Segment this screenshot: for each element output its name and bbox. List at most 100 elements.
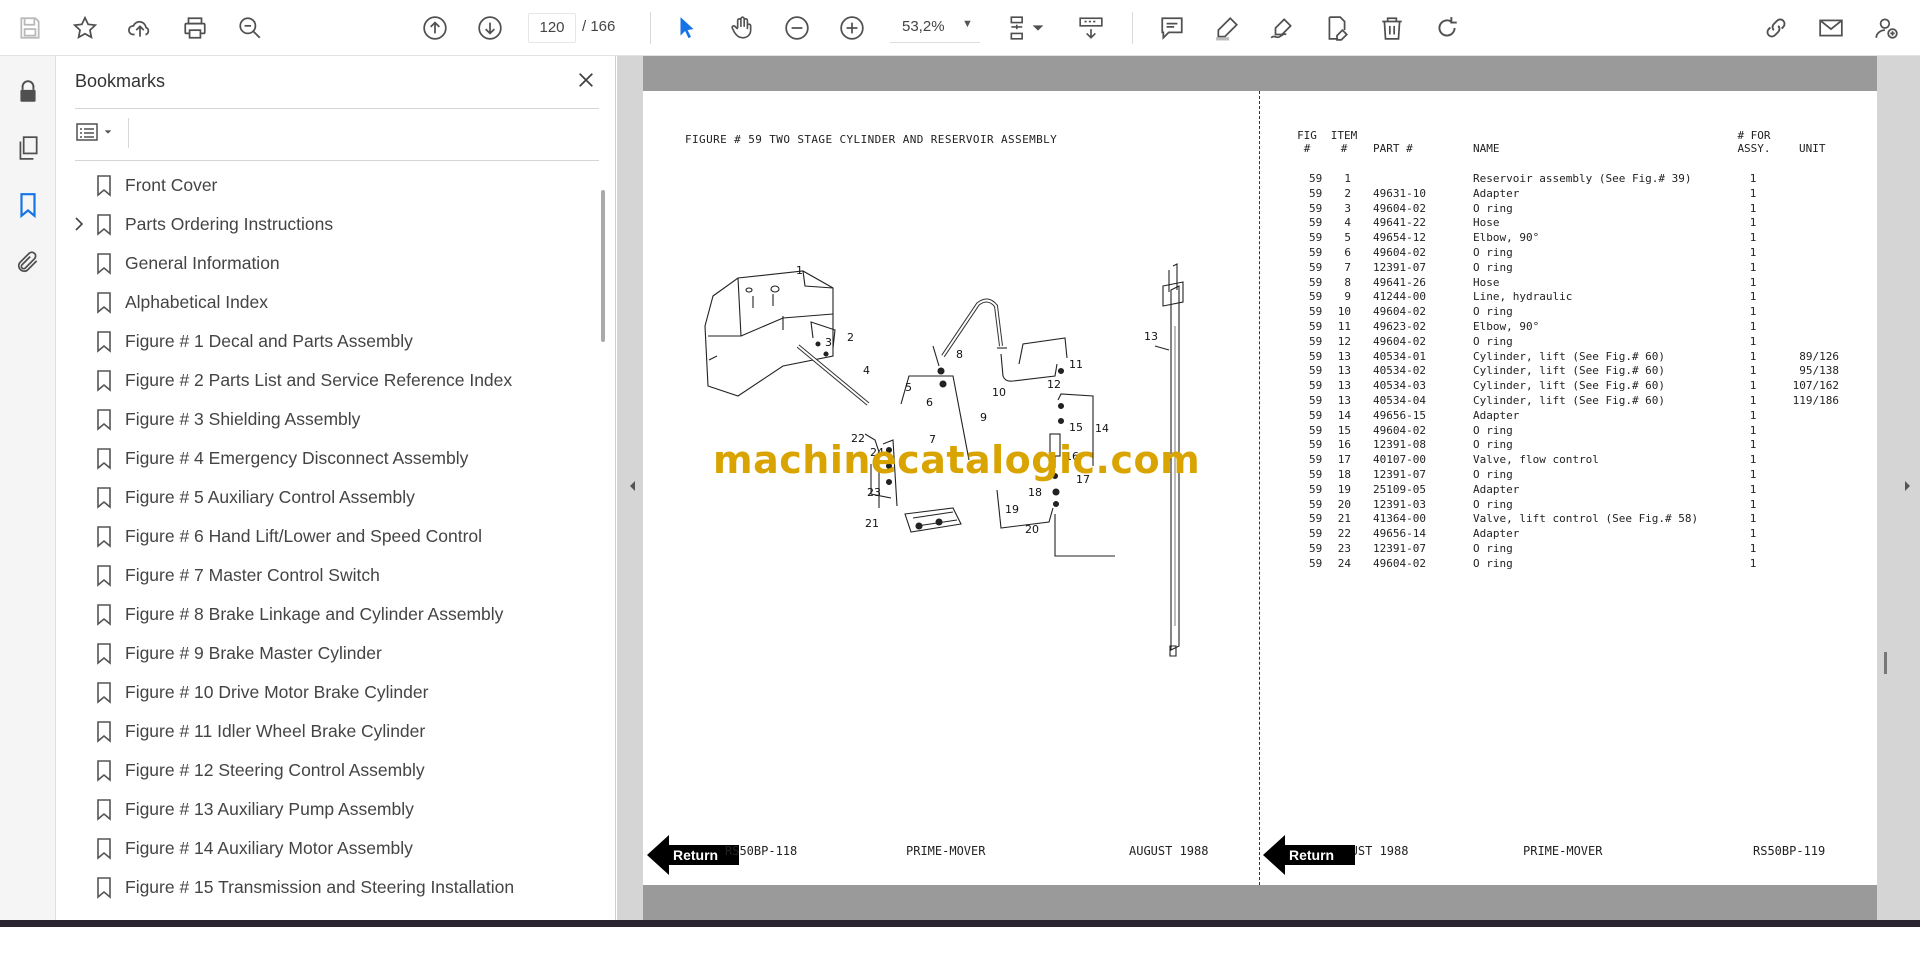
bookmark-item[interactable]: General Information [56,244,596,283]
chevron-right-icon[interactable] [72,216,86,232]
bookmark-item[interactable]: Figure # 12 Steering Control Assembly [56,751,596,790]
divider [75,108,599,109]
bookmark-label: Figure # 13 Auxiliary Pump Assembly [125,799,414,819]
bookmark-item[interactable]: Figure # 1 Decal and Parts Assembly [56,322,596,361]
list-options-icon [76,123,98,141]
scrollbar-thumb[interactable] [601,190,605,342]
comment-icon[interactable] [1156,12,1188,44]
page-header-band [643,56,1877,91]
email-icon[interactable] [1815,12,1847,44]
fill-sign-icon[interactable] [1321,12,1353,44]
print-icon[interactable] [179,12,211,44]
find-zoom-icon[interactable] [234,12,266,44]
table-cell-assy: 1 [1749,423,1757,437]
table-cell-assy: 1 [1749,379,1757,393]
page-number-input[interactable]: 120 [528,13,576,43]
bookmark-icon [96,643,112,665]
bookmark-item[interactable]: Parts Ordering Instructions [56,205,596,244]
page-total: / 166 [582,18,616,35]
save-icon[interactable] [14,12,46,44]
divider [75,160,599,161]
table-cell-item: 13 [1337,379,1351,393]
bookmark-item[interactable]: Figure # 9 Brake Master Cylinder [56,634,596,673]
upload-cloud-icon[interactable] [124,12,156,44]
bookmark-label: Figure # 8 Brake Linkage and Cylinder As… [125,604,504,624]
star-icon[interactable] [69,12,101,44]
table-cell-part: 49604-02 [1373,201,1426,215]
table-row: 59 24 49604-02 O ring 1 [1293,557,1853,572]
redo-icon[interactable] [1431,12,1463,44]
share-link-icon[interactable] [1760,12,1792,44]
callout-label: 2 [847,331,854,344]
close-icon[interactable] [572,66,600,94]
table-cell-assy: 1 [1749,497,1757,511]
bookmark-item[interactable]: Figure # 13 Auxiliary Pump Assembly [56,790,596,829]
scroll-mode-icon[interactable] [1075,12,1107,44]
delete-trash-icon[interactable] [1376,12,1408,44]
bookmark-item[interactable]: Figure # 4 Emergency Disconnect Assembly [56,439,596,478]
table-cell-item: 5 [1344,231,1351,245]
chevron-down-icon[interactable]: ▼ [962,18,973,30]
bookmark-item[interactable]: Figure # 5 Auxiliary Control Assembly [56,478,596,517]
bookmark-label: Figure # 2 Parts List and Service Refere… [125,370,513,390]
bookmark-list: Front Cover Parts Ordering Instructions Ge… [56,166,596,966]
table-cell-part: 49654-12 [1373,231,1426,245]
next-page-icon[interactable] [474,12,506,44]
table-cell-name: Elbow, 90° [1473,320,1540,333]
divider [128,118,129,148]
bookmark-item[interactable]: Figure # 10 Drive Motor Brake Cylinder [56,673,596,712]
account-icon[interactable] [1870,12,1902,44]
table-cell-name: O ring [1473,334,1513,348]
bookmark-item[interactable]: Alphabetical Index [56,283,596,322]
table-cell-assy: 1 [1749,364,1757,378]
draw-pen-icon[interactable] [1266,12,1298,44]
hand-tool-icon[interactable] [726,12,758,44]
page-fit-dropdown-icon[interactable] [1030,12,1046,44]
table-cell-name: Cylinder, lift (See Fig.# 60) [1473,394,1666,407]
attachments-icon[interactable] [12,246,44,278]
collapse-right-panel-icon[interactable] [1903,478,1913,494]
return-button[interactable]: Return [1263,835,1355,875]
table-cell-fig: 59 [1309,438,1323,452]
lock-icon[interactable] [12,76,44,108]
table-cell-fig: 59 [1309,527,1323,541]
return-label: Return [1289,847,1335,863]
bookmark-item[interactable]: Figure # 2 Parts List and Service Refere… [56,361,596,400]
table-cell-part: 49604-02 [1373,305,1426,319]
zoom-in-icon[interactable] [836,12,868,44]
table-row: 59 15 49604-02 O ring 1 [1293,424,1853,439]
bookmark-item[interactable]: Figure # 14 Auxiliary Motor Assembly [56,829,596,868]
bookmark-icon [96,214,112,236]
zoom-out-icon[interactable] [781,12,813,44]
table-cell-fig: 59 [1309,305,1323,319]
table-cell-assy: 1 [1749,172,1757,185]
bookmark-item[interactable]: Figure # 15 Transmission and Steering In… [56,868,596,907]
previous-page-icon[interactable] [419,12,451,44]
bookmarks-panel-icon[interactable] [12,189,44,221]
callout-label: 6 [926,396,933,409]
bookmark-item[interactable]: Figure # 11 Idler Wheel Brake Cylinder [56,712,596,751]
table-cell-fig: 59 [1309,497,1323,511]
bookmark-item[interactable]: Figure # 3 Shielding Assembly [56,400,596,439]
table-cell-assy: 1 [1749,542,1757,555]
select-cursor-icon[interactable] [671,12,703,44]
table-cell-fig: 59 [1309,201,1323,215]
bookmark-icon [96,565,112,587]
figure-title: FIGURE # 59 TWO STAGE CYLINDER AND RESER… [685,133,1058,146]
bookmark-item[interactable]: Figure # 6 Hand Lift/Lower and Speed Con… [56,517,596,556]
table-row: 59 23 12391-07 O ring 1 [1293,542,1853,557]
table-cell-part: 40534-03 [1373,379,1426,393]
bookmark-label: Figure # 5 Auxiliary Control Assembly [125,487,415,507]
bookmark-item[interactable]: Front Cover [56,166,596,205]
document-scrollbar-thumb[interactable] [1884,652,1887,674]
bookmark-item[interactable]: Figure # 7 Master Control Switch [56,556,596,595]
table-row: 59 2 49631-10 Adapter 1 [1293,187,1853,202]
highlight-pen-icon[interactable] [1211,12,1243,44]
table-cell-part: 41364-00 [1373,512,1426,526]
bookmark-options-button[interactable] [75,118,121,146]
bookmark-item[interactable]: Figure # 8 Brake Linkage and Cylinder As… [56,595,596,634]
bookmark-label: Figure # 15 Transmission and Steering In… [125,877,515,897]
page-thumbnails-icon[interactable] [12,132,44,164]
collapse-left-panel-icon[interactable] [627,478,637,494]
callout-label: 10 [992,386,1006,399]
